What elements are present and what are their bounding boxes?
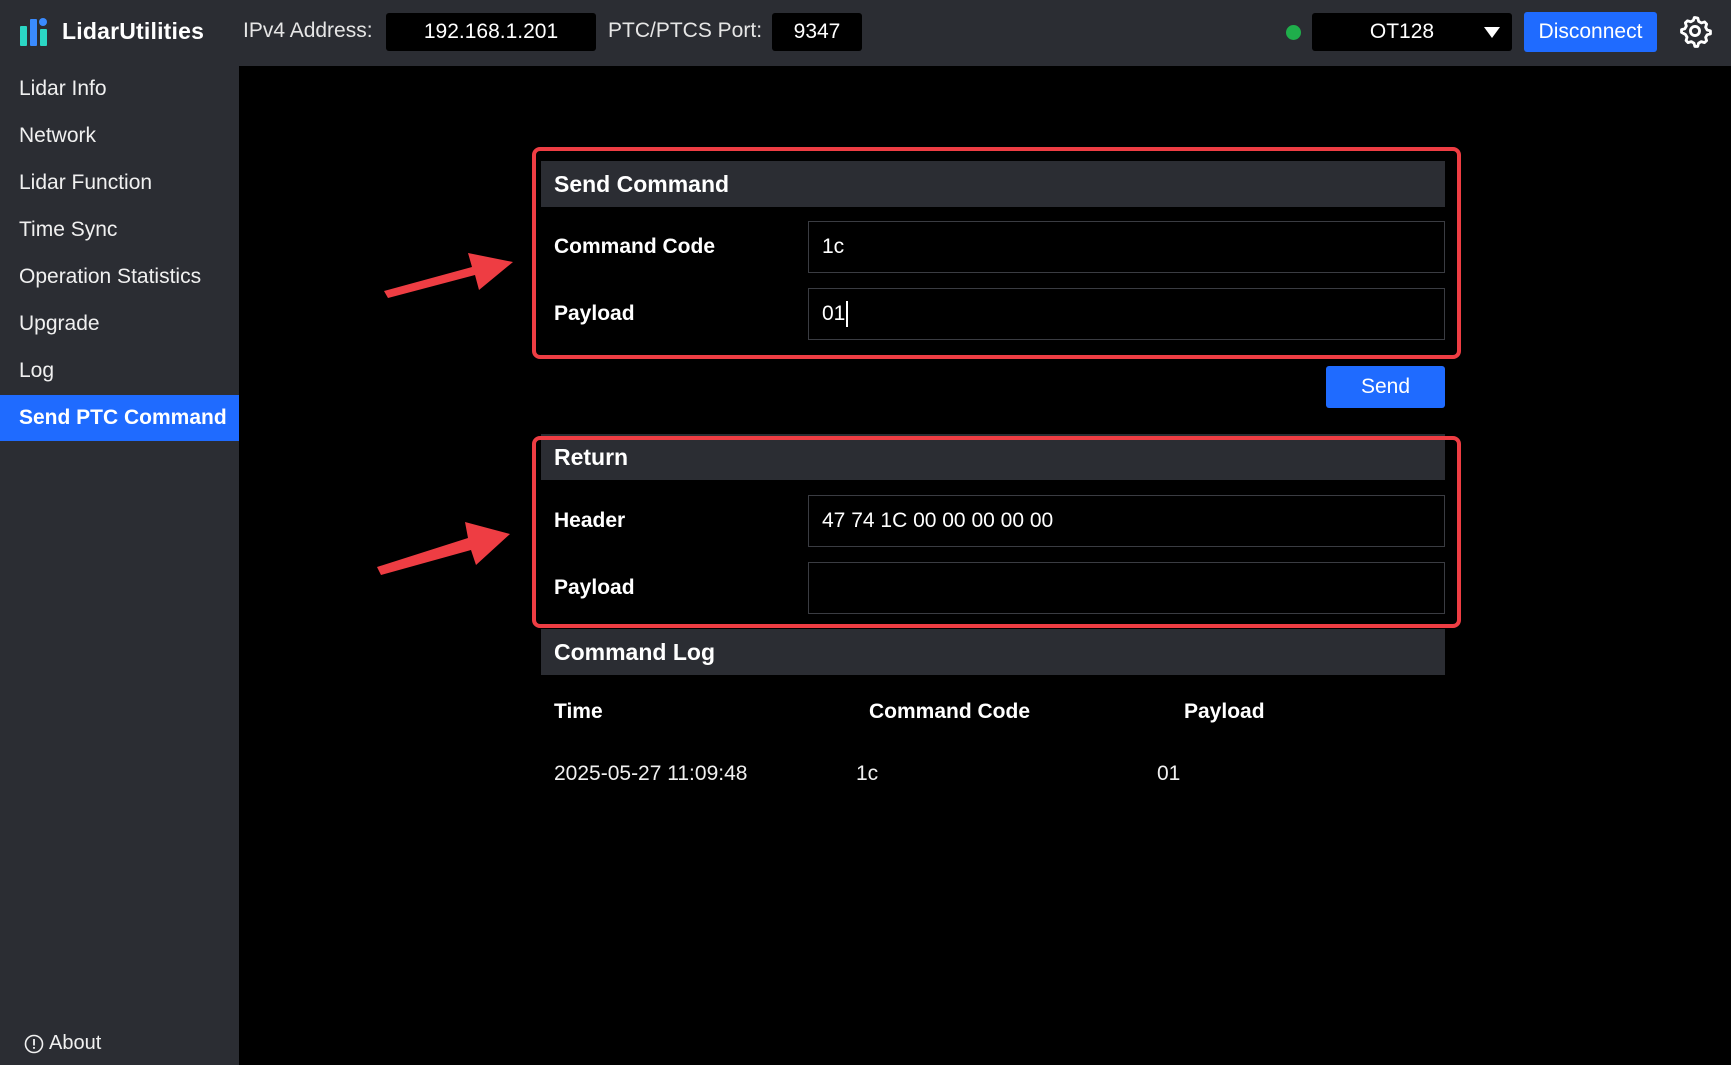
sidebar-item-lidar-function[interactable]: Lidar Function: [0, 160, 239, 206]
sidebar-item-lidar-info[interactable]: Lidar Info: [0, 66, 239, 112]
sidebar-item-upgrade[interactable]: Upgrade: [0, 301, 239, 347]
about-label: About: [49, 1032, 102, 1054]
red-arrow-icon: [377, 522, 510, 575]
sidebar: Lidar Info Network Lidar Function Time S…: [0, 66, 239, 1065]
about-link[interactable]: About: [24, 1032, 101, 1055]
model-select[interactable]: OT128: [1312, 13, 1512, 51]
send-button[interactable]: Send: [1326, 366, 1445, 408]
top-bar: LidarUtilities IPv4 Address: 192.168.1.2…: [0, 0, 1731, 66]
app-title: LidarUtilities: [62, 18, 205, 44]
log-row-payload: 01: [1157, 762, 1181, 785]
sidebar-item-network[interactable]: Network: [0, 113, 239, 159]
info-icon: [24, 1034, 44, 1053]
sidebar-item-time-sync[interactable]: Time Sync: [0, 207, 239, 253]
log-column-payload: Payload: [1184, 700, 1265, 723]
chevron-down-icon: [1484, 27, 1500, 38]
sidebar-item-operation-statistics[interactable]: Operation Statistics: [0, 254, 239, 300]
return-highlight-box: [532, 436, 1461, 628]
command-log-header: Command Log: [541, 629, 1445, 675]
log-row-command-code: 1c: [856, 762, 879, 785]
sidebar-item-send-ptc-command[interactable]: Send PTC Command: [0, 395, 239, 441]
connection-status-dot: [1286, 25, 1301, 40]
gear-icon[interactable]: [1678, 14, 1712, 48]
log-column-time: Time: [554, 700, 603, 723]
disconnect-button[interactable]: Disconnect: [1524, 12, 1657, 52]
ipv4-address-input[interactable]: 192.168.1.201: [386, 13, 596, 51]
log-row-time: 2025-05-27 11:09:48: [554, 762, 748, 785]
model-select-value: OT128: [1369, 20, 1435, 43]
app-logo-icon: [20, 18, 47, 46]
port-input[interactable]: 9347: [772, 13, 862, 51]
red-arrow-icon: [384, 253, 513, 298]
send-command-highlight-box: [532, 147, 1461, 359]
ipv4-label: IPv4 Address:: [243, 19, 373, 42]
sidebar-item-log[interactable]: Log: [0, 348, 239, 394]
log-column-command-code: Command Code: [869, 700, 1031, 723]
port-label: PTC/PTCS Port:: [608, 19, 763, 42]
